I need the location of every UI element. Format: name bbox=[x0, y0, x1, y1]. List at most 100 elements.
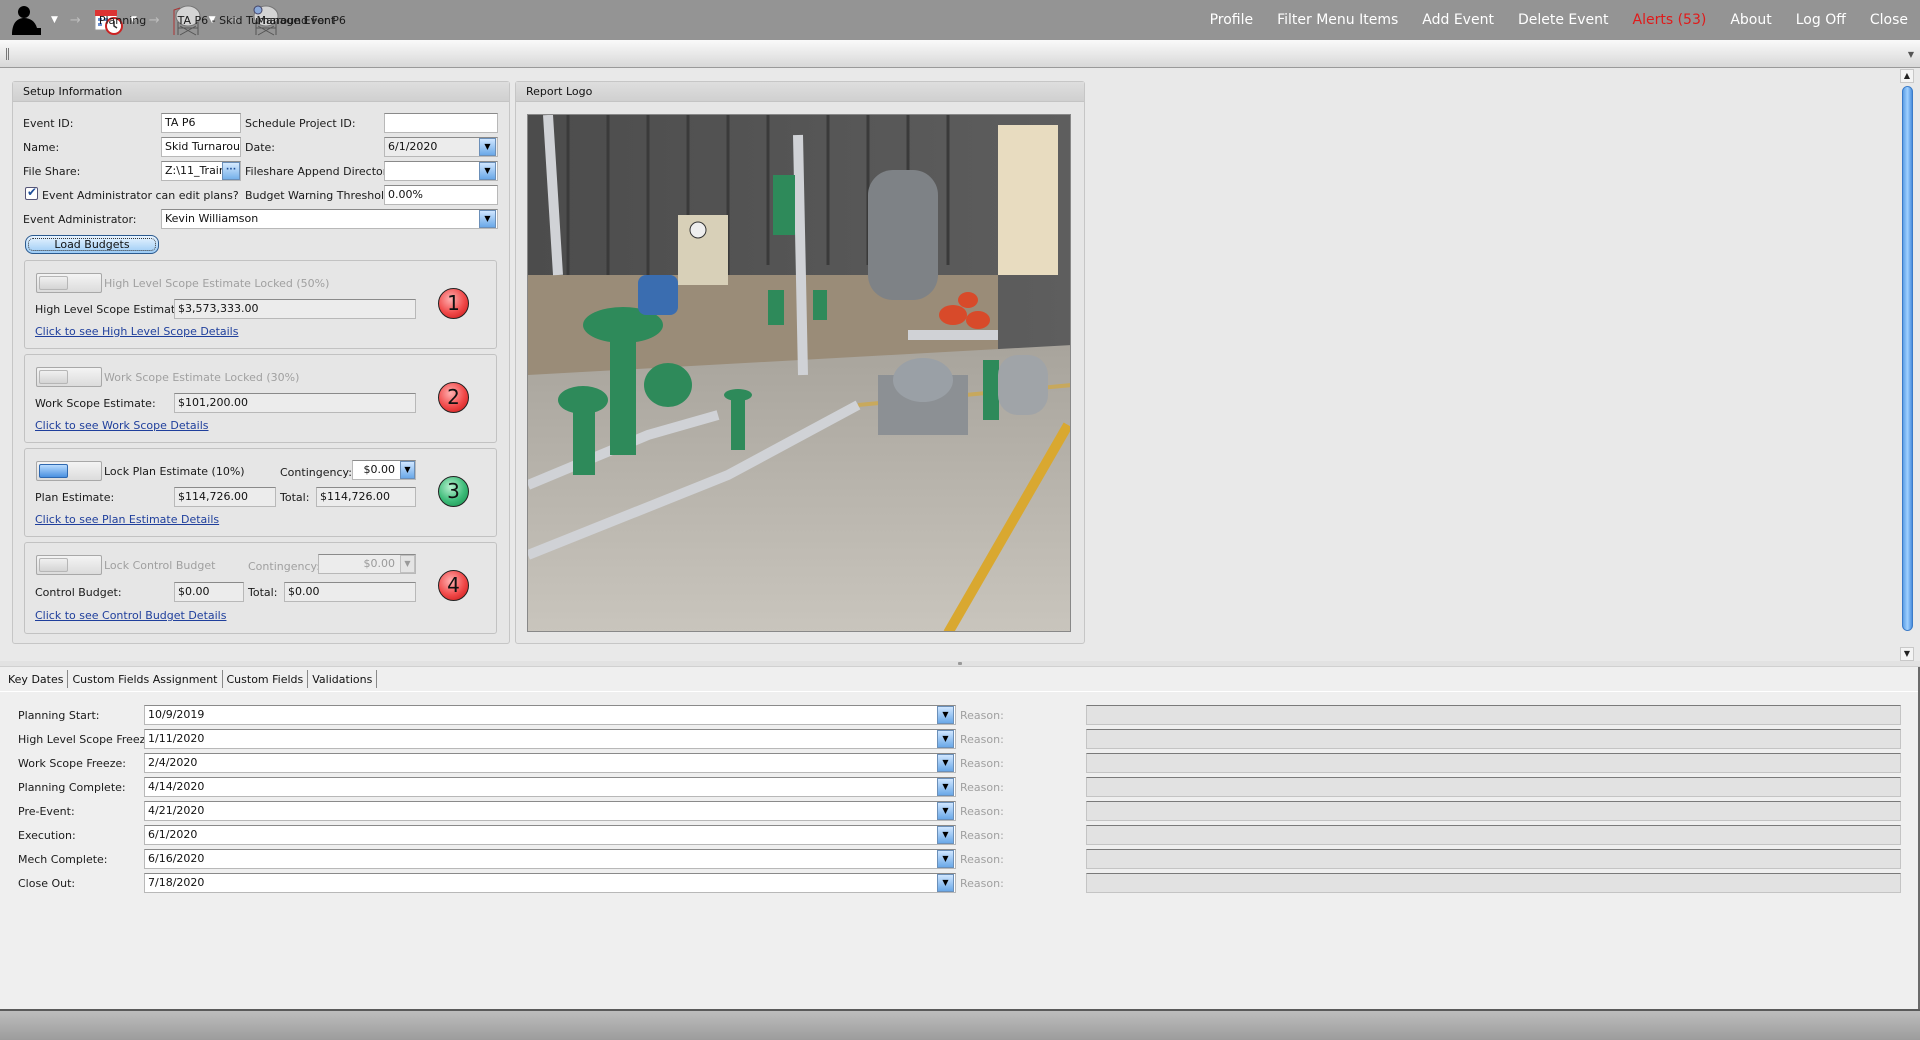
upper-pane-scrollbar[interactable]: ▲ ▼ bbox=[1900, 69, 1914, 661]
key-date-label: Planning Complete: bbox=[18, 781, 126, 794]
menu-delete-event[interactable]: Delete Event bbox=[1518, 12, 1609, 28]
scroll-up-button[interactable]: ▲ bbox=[1900, 69, 1914, 83]
tab-custom-fields-assignment[interactable]: Custom Fields Assignment bbox=[68, 670, 223, 688]
plan-estimate-label: Plan Estimate: bbox=[35, 491, 115, 504]
high-level-scope-lock-label: High Level Scope Estimate Locked (50%) bbox=[104, 277, 330, 290]
key-date-dropdown-button[interactable]: ▼ bbox=[937, 802, 954, 820]
key-date-field[interactable]: 10/9/2019 bbox=[144, 705, 956, 725]
reason-label: Reason: bbox=[960, 853, 1004, 866]
work-scope-lock-toggle[interactable] bbox=[36, 367, 102, 387]
key-date-dropdown-button[interactable]: ▼ bbox=[937, 706, 954, 724]
tab-custom-fields[interactable]: Custom Fields bbox=[223, 670, 309, 688]
key-date-field[interactable]: 1/11/2020 bbox=[144, 729, 956, 749]
menu-log-off[interactable]: Log Off bbox=[1796, 12, 1846, 28]
menu-close[interactable]: Close bbox=[1870, 12, 1908, 28]
budget-warning-threshold-label: Budget Warning Threshold: bbox=[245, 189, 395, 202]
menu-add-event[interactable]: Add Event bbox=[1422, 12, 1494, 28]
reason-field[interactable] bbox=[1086, 801, 1901, 821]
reason-field[interactable] bbox=[1086, 849, 1901, 869]
toolbar-overflow-icon[interactable]: ▼ bbox=[1908, 50, 1914, 59]
user-menu[interactable]: ▼ bbox=[8, 4, 58, 36]
top-nav-bar: ▼ → Planning ▼ → TA P6 - Skid Turnaround… bbox=[0, 0, 1920, 40]
breadcrumb: ▼ → Planning ▼ → TA P6 - Skid Turnaround… bbox=[8, 0, 346, 40]
panel-title: Report Logo bbox=[516, 82, 1084, 102]
date-dropdown-button[interactable]: ▼ bbox=[479, 138, 496, 156]
key-date-dropdown-button[interactable]: ▼ bbox=[937, 826, 954, 844]
stage-2-status-badge: 2 bbox=[438, 382, 469, 413]
event-administrator-dropdown-button[interactable]: ▼ bbox=[479, 210, 496, 228]
high-level-scope-lock-toggle[interactable] bbox=[36, 273, 102, 293]
reason-label: Reason: bbox=[960, 829, 1004, 842]
work-scope-details-link[interactable]: Click to see Work Scope Details bbox=[35, 419, 209, 432]
key-date-field[interactable]: 4/21/2020 bbox=[144, 801, 956, 821]
plan-estimate-lock-toggle[interactable] bbox=[36, 461, 102, 481]
reason-field[interactable] bbox=[1086, 873, 1901, 893]
scroll-down-button[interactable]: ▼ bbox=[1900, 647, 1914, 661]
key-date-field[interactable]: 2/4/2020 bbox=[144, 753, 956, 773]
menu-alerts[interactable]: Alerts (53) bbox=[1633, 12, 1707, 28]
splitter-grip-icon bbox=[958, 662, 962, 665]
event-administrator-label: Event Administrator: bbox=[23, 213, 137, 226]
control-budget-field: $0.00 bbox=[174, 582, 244, 602]
high-level-scope-estimate-field: $3,573,333.00 bbox=[174, 299, 416, 319]
report-logo-image[interactable] bbox=[527, 114, 1071, 632]
control-budget-lock-toggle[interactable] bbox=[36, 555, 102, 575]
plan-contingency-dropdown-button[interactable]: ▼ bbox=[400, 461, 415, 479]
plan-total-label: Total: bbox=[280, 491, 310, 504]
name-field[interactable]: Skid Turnaroun bbox=[161, 137, 241, 157]
high-level-scope-estimate-label: High Level Scope Estimate: bbox=[35, 303, 186, 316]
panel-title: Setup Information bbox=[13, 82, 509, 102]
key-date-dropdown-button[interactable]: ▼ bbox=[937, 730, 954, 748]
top-menu: Profile Filter Menu Items Add Event Dele… bbox=[1210, 0, 1920, 40]
key-date-dropdown-button[interactable]: ▼ bbox=[937, 850, 954, 868]
file-share-label: File Share: bbox=[23, 165, 81, 178]
date-label: Date: bbox=[245, 141, 275, 154]
schedule-project-id-field[interactable] bbox=[384, 113, 498, 133]
event-administrator-select[interactable]: Kevin Williamson bbox=[161, 209, 498, 229]
scrollbar-thumb[interactable] bbox=[1902, 86, 1913, 631]
event-id-field[interactable]: TA P6 bbox=[161, 113, 241, 133]
work-scope-lock-label: Work Scope Estimate Locked (30%) bbox=[104, 371, 300, 384]
key-date-field[interactable]: 4/14/2020 bbox=[144, 777, 956, 797]
admin-can-edit-checkbox[interactable]: ✔ bbox=[25, 185, 38, 200]
reason-label: Reason: bbox=[960, 781, 1004, 794]
key-date-field[interactable]: 6/1/2020 bbox=[144, 825, 956, 845]
file-share-browse-button[interactable]: ··· bbox=[222, 162, 240, 180]
high-level-scope-details-link[interactable]: Click to see High Level Scope Details bbox=[35, 325, 238, 338]
lower-pane: Key Dates Custom Fields Assignment Custo… bbox=[0, 667, 1920, 1009]
menu-filter-menu-items[interactable]: Filter Menu Items bbox=[1277, 12, 1398, 28]
menu-about[interactable]: About bbox=[1730, 12, 1771, 28]
control-budget-details-link[interactable]: Click to see Control Budget Details bbox=[35, 609, 226, 622]
toolbar-strip: ▼ bbox=[0, 40, 1920, 68]
plan-estimate-details-link[interactable]: Click to see Plan Estimate Details bbox=[35, 513, 219, 526]
key-date-field[interactable]: 6/16/2020 bbox=[144, 849, 956, 869]
key-date-dropdown-button[interactable]: ▼ bbox=[937, 778, 954, 796]
budget-warning-threshold-field[interactable]: 0.00% bbox=[384, 185, 498, 205]
tab-key-dates[interactable]: Key Dates bbox=[4, 670, 69, 688]
toolbar-grip-handle[interactable] bbox=[6, 48, 9, 60]
reason-label: Reason: bbox=[960, 805, 1004, 818]
key-date-label: High Level Scope Freeze: bbox=[18, 733, 156, 746]
plan-estimate-field: $114,726.00 bbox=[174, 487, 276, 507]
reason-field[interactable] bbox=[1086, 825, 1901, 845]
key-date-field[interactable]: 7/18/2020 bbox=[144, 873, 956, 893]
stage-4-status-badge: 4 bbox=[438, 570, 469, 601]
load-budgets-button[interactable]: Load Budgets bbox=[25, 235, 159, 254]
reason-field[interactable] bbox=[1086, 729, 1901, 749]
tab-divider bbox=[0, 691, 1918, 692]
control-budget-lock-label: Lock Control Budget bbox=[104, 559, 216, 572]
reason-field[interactable] bbox=[1086, 777, 1901, 797]
reason-label: Reason: bbox=[960, 757, 1004, 770]
key-date-dropdown-button[interactable]: ▼ bbox=[937, 874, 954, 892]
tab-validations[interactable]: Validations bbox=[308, 670, 378, 688]
checkmark-icon: ✔ bbox=[27, 185, 38, 199]
menu-profile[interactable]: Profile bbox=[1210, 12, 1254, 28]
reason-field[interactable] bbox=[1086, 705, 1901, 725]
key-date-dropdown-button[interactable]: ▼ bbox=[937, 754, 954, 772]
reason-field[interactable] bbox=[1086, 753, 1901, 773]
key-date-label: Mech Complete: bbox=[18, 853, 108, 866]
crumb-planning[interactable]: Planning ▼ bbox=[93, 5, 146, 35]
crumb-event[interactable]: TA P6 - Skid Turnaround For P6 ▼ bbox=[172, 4, 346, 36]
stage-3-status-badge: 3 bbox=[438, 476, 469, 507]
append-directory-dropdown-button[interactable]: ▼ bbox=[479, 162, 496, 180]
